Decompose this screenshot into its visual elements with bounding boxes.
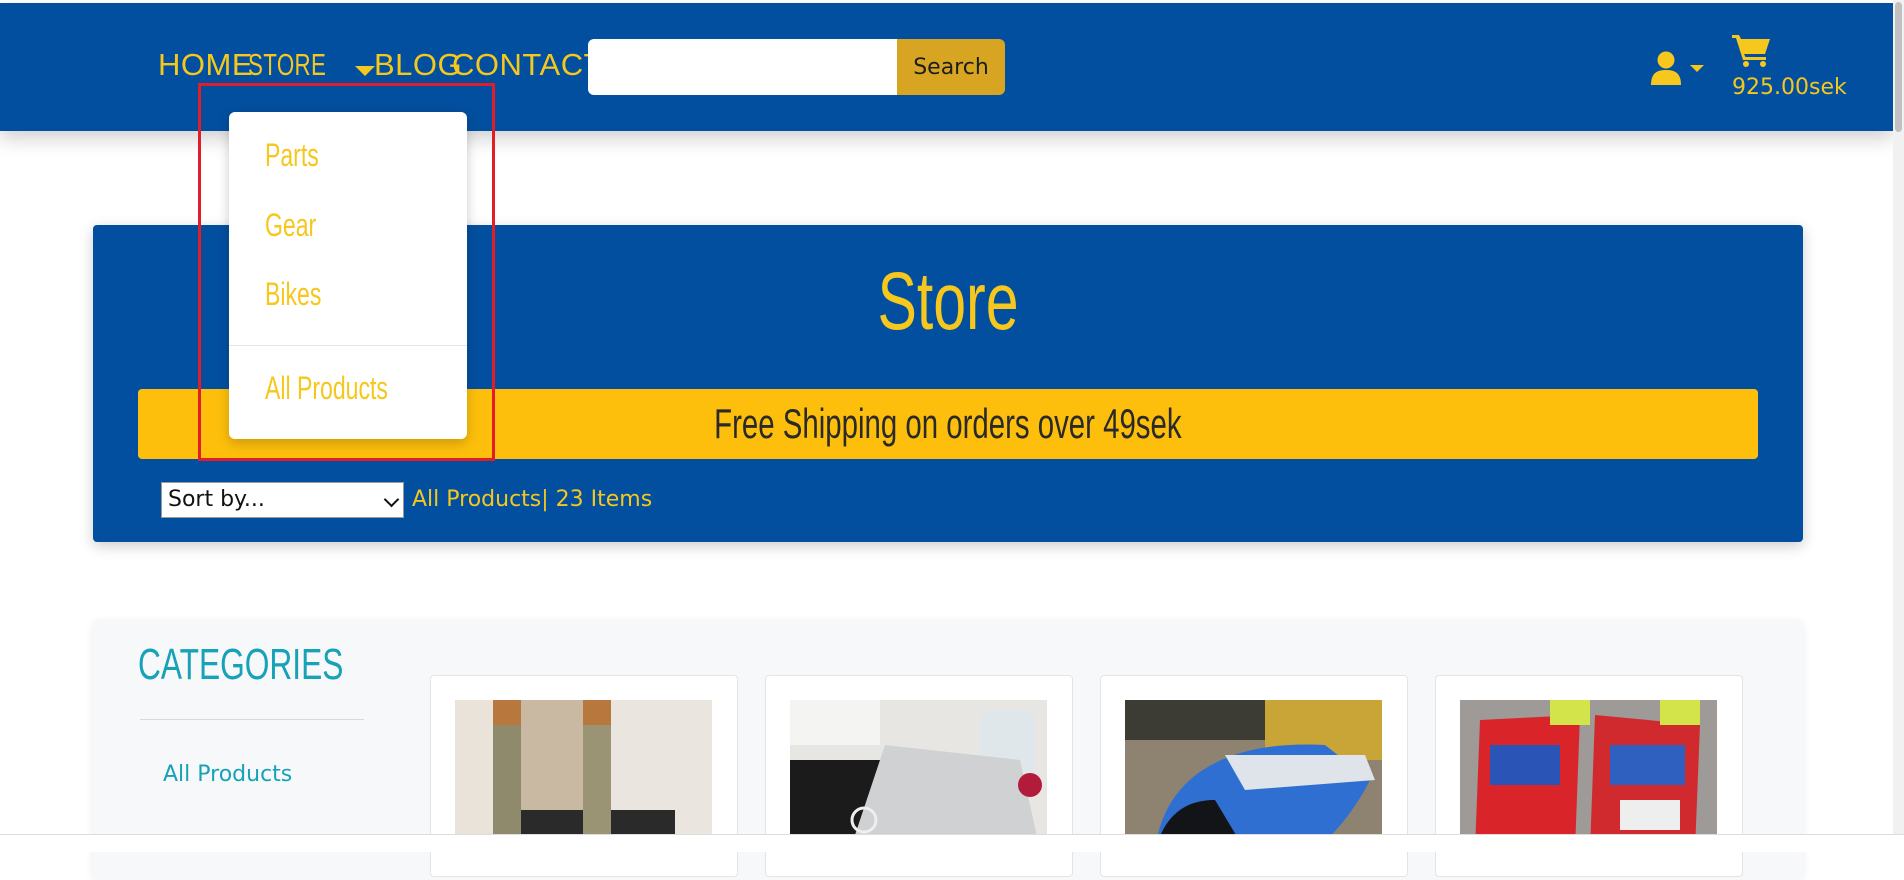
user-icon [1651,51,1681,85]
item-count: All Products| 23 Items [412,487,653,512]
nav-contact[interactable]: CONTACT [452,47,603,83]
categories-title: CATEGORIES [138,640,344,689]
main-nav: HOME STORE BLOG CONTACT [158,47,603,83]
dropdown-item-all-products[interactable]: All Products [265,370,436,407]
chevron-down-icon [383,491,400,508]
store-caret-icon [354,65,375,76]
bottom-strip [0,834,1904,852]
product-image-forks [455,700,712,850]
nav-contact-label: CONTACT [452,47,604,82]
nav-blog-label: BLOG [374,47,463,82]
scrollbar-thumb[interactable] [1895,2,1902,132]
store-dropdown-menu: Parts Gear Bikes All Products [229,112,467,439]
category-link-all-products[interactable]: All Products [163,762,292,787]
user-caret-icon [1690,64,1704,72]
nav-home[interactable]: HOME [158,47,253,83]
product-image-fender [790,700,1047,850]
dropdown-divider [229,345,467,346]
product-image-boots [1460,700,1717,850]
sort-select[interactable]: Sort by... [161,482,404,518]
nav-blog[interactable]: BLOG [374,47,462,83]
categories-divider [140,719,364,720]
dropdown-item-parts[interactable]: Parts [265,137,340,174]
page-scrollbar[interactable] [1893,0,1904,851]
product-image-helmet [1125,700,1382,850]
sort-selected-value: Sort by... [168,487,265,512]
nav-home-label: HOME [158,47,253,82]
user-menu[interactable] [1650,51,1704,85]
nav-store[interactable]: STORE [248,47,375,83]
search-button[interactable]: Search [897,39,1005,95]
cart-icon [1732,35,1770,67]
cart[interactable]: 925.00sek [1732,33,1847,100]
nav-store-label: STORE [248,47,327,82]
dropdown-item-gear[interactable]: Gear [265,207,336,244]
cart-amount: 925.00sek [1732,75,1847,100]
search-input[interactable] [588,39,897,95]
dropdown-item-bikes[interactable]: Bikes [265,276,343,313]
